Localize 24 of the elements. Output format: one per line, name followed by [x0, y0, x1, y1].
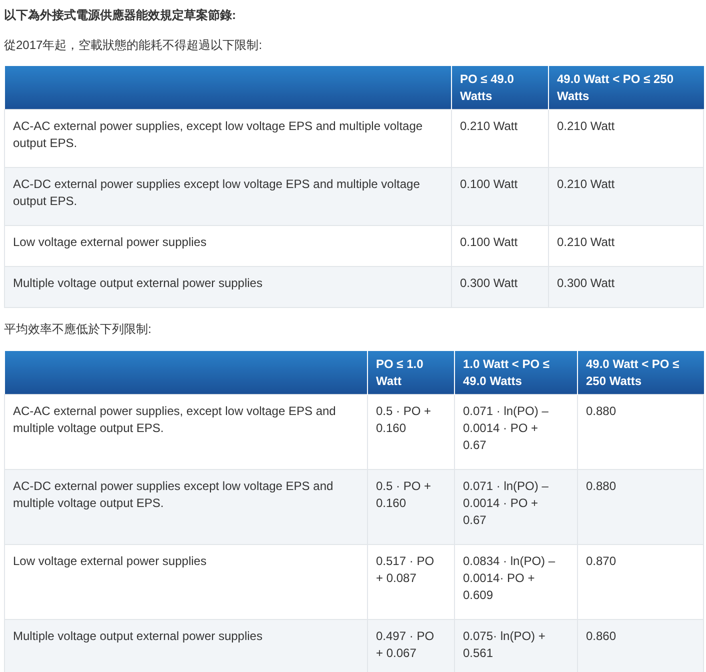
table-cell: 0.880	[578, 470, 704, 544]
table-cell: 0.860	[578, 620, 704, 672]
table-cell: 0.5 · PO + 0.160	[368, 470, 454, 544]
table-cell: 0.300 Watt	[452, 266, 548, 308]
column-header: PO ≤ 1.0 Watt	[376, 357, 424, 388]
table-cell: AC-DC external power supplies except low voltage EPS and multiple voltage output EPS.	[4, 168, 452, 226]
table-cell: AC-AC external power supplies, except low voltage EPS and multiple voltage output EPS.	[4, 110, 452, 168]
table-cell: 0.300 Watt	[548, 266, 704, 308]
table-cell: 0.497 · PO + 0.067	[368, 620, 454, 672]
column-header: 1.0 Watt < PO ≤ 49.0 Watts	[463, 357, 550, 388]
table-cell: 0.075· ln(PO) + 0.561	[454, 620, 578, 672]
table-cell: 0.071 · ln(PO) – 0.0014 · PO + 0.67	[454, 470, 578, 544]
paragraph: 從2017年起，空載狀態的能耗不得超過以下限制:	[4, 37, 262, 54]
column-header: PO ≤ 49.0 Watts	[460, 72, 514, 103]
table-cell: Multiple voltage output external power supplies	[4, 620, 368, 672]
table-cell: Multiple voltage output external power supplies	[4, 266, 452, 308]
table-cell: 0.210 Watt	[548, 168, 704, 226]
table-cell: 0.100 Watt	[452, 168, 548, 226]
table-cell: AC-AC external power supplies, except low voltage EPS and multiple voltage output EPS.	[4, 394, 368, 470]
paragraph: 平均效率不應低於下列限制:	[4, 321, 152, 338]
table-cell: AC-DC external power supplies except low voltage EPS and multiple voltage output EPS.	[4, 470, 368, 544]
column-header: 49.0 Watt < PO ≤ 250 Watts	[557, 72, 674, 103]
paragraph: 以下為外接式電源供應器能效規定草案節錄:	[4, 7, 236, 24]
column-header: 49.0 Watt < PO ≤ 250 Watts	[586, 357, 680, 388]
